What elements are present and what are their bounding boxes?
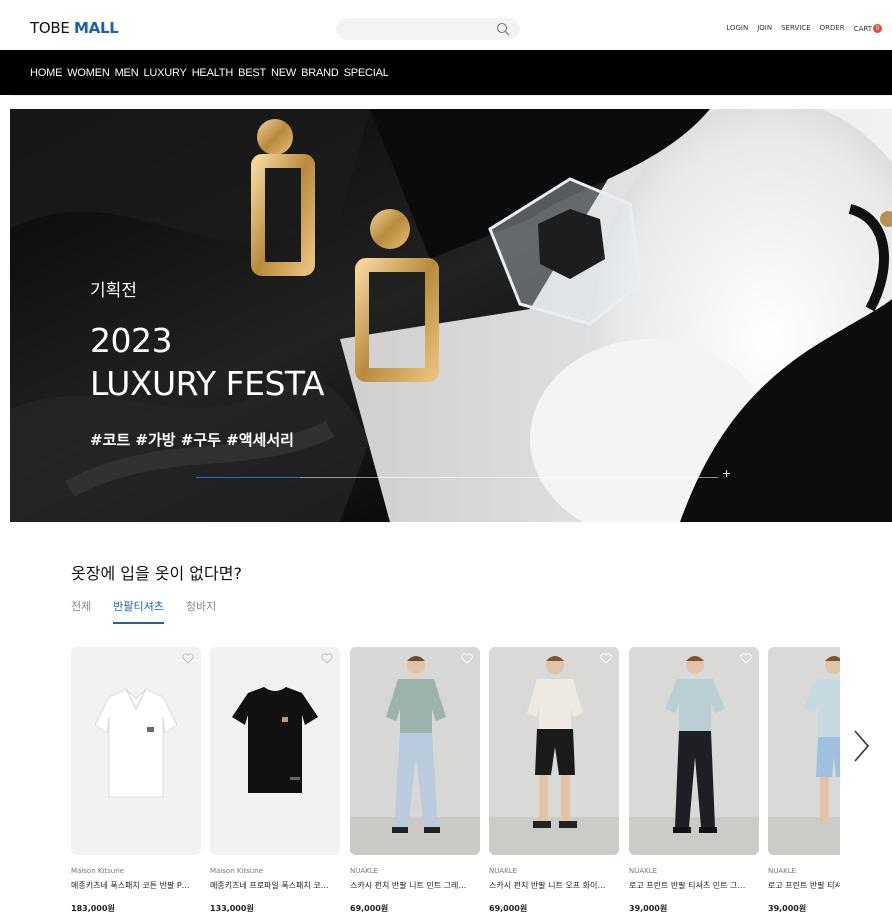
heart-icon[interactable] bbox=[182, 653, 194, 664]
product-brand: NUAKLE bbox=[489, 867, 518, 875]
product-card[interactable]: Maison Kitsune 메종키츠네 폭스패치 코튼 반팔 P… 183,0… bbox=[71, 647, 201, 914]
product-card[interactable]: Maison Kitsune 메종키츠네 프로파일 폭스패치 코… 133,00… bbox=[210, 647, 340, 914]
site-logo[interactable]: TOBE MALL bbox=[30, 19, 119, 37]
product-brand: Maison Kitsune bbox=[210, 867, 263, 875]
top-header: TOBE MALL LOGIN JOIN SERVICE ORDER CART 0 bbox=[0, 0, 892, 50]
product-image[interactable] bbox=[350, 647, 480, 855]
product-image[interactable] bbox=[210, 647, 340, 855]
logo-text-mall: MALL bbox=[74, 19, 119, 37]
main-nav: HOME WOMEN MEN LUXURY HEALTH BEST NEW BR… bbox=[0, 50, 892, 95]
product-image[interactable] bbox=[768, 647, 840, 855]
chevron-right-icon[interactable] bbox=[851, 728, 871, 764]
nav-new[interactable]: NEW bbox=[271, 67, 296, 79]
cart-count-badge: 0 bbox=[873, 24, 882, 33]
nav-special[interactable]: SPECIAL bbox=[344, 67, 389, 79]
nav-luxury[interactable]: LUXURY bbox=[143, 67, 186, 79]
nav-men[interactable]: MEN bbox=[115, 67, 139, 79]
tab-all[interactable]: 전체 bbox=[71, 598, 91, 624]
join-link[interactable]: JOIN bbox=[757, 24, 772, 33]
hero-image bbox=[10, 109, 892, 522]
slide-progress-bar[interactable] bbox=[196, 477, 718, 478]
product-brand: NUAKLE bbox=[768, 867, 797, 875]
product-brand: NUAKLE bbox=[350, 867, 379, 875]
product-image[interactable] bbox=[489, 647, 619, 855]
slide-progress-fill bbox=[196, 477, 301, 478]
service-link[interactable]: SERVICE bbox=[781, 24, 811, 33]
divider bbox=[10, 95, 892, 96]
product-card[interactable]: NUAKLE 로고 프린트 반팔 티셔츠 민트 그… 39,000원 bbox=[629, 647, 759, 914]
product-image[interactable] bbox=[71, 647, 201, 855]
section-title: 옷장에 입을 옷이 없다면? bbox=[71, 564, 242, 583]
logo-text-tobe: TOBE bbox=[30, 19, 75, 37]
category-tabs: 전체 반팔티셔츠 청바지 bbox=[71, 598, 216, 624]
utility-links: LOGIN JOIN SERVICE ORDER CART 0 bbox=[726, 24, 882, 33]
model-mint-knit-image bbox=[350, 647, 480, 855]
hero-year: 2023 bbox=[90, 321, 172, 360]
model-mint-tee-image bbox=[629, 647, 759, 855]
search-input[interactable] bbox=[336, 18, 520, 40]
heart-icon[interactable] bbox=[600, 653, 612, 664]
hero-tag: 기획전 bbox=[90, 281, 137, 301]
model-mint-tee-2-image bbox=[768, 647, 840, 855]
product-price: 39,000원 bbox=[768, 904, 807, 913]
product-name[interactable]: 메종키츠네 폭스패치 코튼 반팔 P… bbox=[71, 880, 201, 891]
heart-icon[interactable] bbox=[321, 653, 333, 664]
product-name[interactable]: 로고 프린트 반팔 티셔츠 bbox=[768, 880, 840, 891]
product-name[interactable]: 메종키츠네 프로파일 폭스패치 코… bbox=[210, 880, 340, 891]
product-name[interactable]: 스카시 펀치 반팔 니트 오프 화이… bbox=[489, 880, 619, 891]
hero-banner[interactable]: 기획전 2023 LUXURY FESTA #코트 #가방 #구두 #액세서리 … bbox=[10, 109, 892, 522]
product-price: 183,000원 bbox=[71, 904, 115, 913]
tab-jeans[interactable]: 청바지 bbox=[186, 598, 216, 624]
product-card[interactable]: NUAKLE 로고 프린트 반팔 티셔츠 39,000원 bbox=[768, 647, 840, 914]
product-card[interactable]: NUAKLE 스카시 펀치 반팔 니트 민트 그레… 69,000원 bbox=[350, 647, 480, 914]
heart-icon[interactable] bbox=[461, 653, 473, 664]
hero-hashtags: #코트 #가방 #구두 #액세서리 bbox=[90, 431, 294, 449]
hero-title: LUXURY FESTA bbox=[90, 364, 325, 403]
product-price: 133,000원 bbox=[210, 904, 254, 913]
nav-home[interactable]: HOME bbox=[30, 67, 62, 79]
product-carousel: Maison Kitsune 메종키츠네 폭스패치 코튼 반팔 P… 183,0… bbox=[71, 647, 840, 918]
product-image[interactable] bbox=[629, 647, 759, 855]
product-brand: NUAKLE bbox=[629, 867, 658, 875]
nav-health[interactable]: HEALTH bbox=[192, 67, 234, 79]
product-card[interactable]: NUAKLE 스카시 펀치 반팔 니트 오프 화이… 69,000원 bbox=[489, 647, 619, 914]
product-name[interactable]: 로고 프린트 반팔 티셔츠 민트 그… bbox=[629, 880, 759, 891]
product-price: 69,000원 bbox=[350, 904, 389, 913]
cart-link[interactable]: CART 0 bbox=[854, 24, 882, 33]
black-tee-image bbox=[210, 647, 340, 855]
product-name[interactable]: 스카시 펀치 반팔 니트 민트 그레… bbox=[350, 880, 480, 891]
nav-brand[interactable]: BRAND bbox=[301, 67, 339, 79]
nav-women[interactable]: WOMEN bbox=[67, 67, 110, 79]
cart-label: CART bbox=[853, 24, 872, 33]
model-white-knit-image bbox=[489, 647, 619, 855]
product-price: 69,000원 bbox=[489, 904, 528, 913]
product-brand: Maison Kitsune bbox=[71, 867, 124, 875]
white-polo-image bbox=[71, 647, 201, 855]
product-price: 39,000원 bbox=[629, 904, 668, 913]
search-icon[interactable] bbox=[496, 22, 510, 36]
plus-icon[interactable]: + bbox=[722, 467, 731, 480]
order-link[interactable]: ORDER bbox=[820, 24, 845, 33]
heart-icon[interactable] bbox=[740, 653, 752, 664]
nav-best[interactable]: BEST bbox=[238, 67, 266, 79]
tab-short-sleeve[interactable]: 반팔티셔츠 bbox=[113, 598, 164, 624]
login-link[interactable]: LOGIN bbox=[726, 24, 748, 33]
